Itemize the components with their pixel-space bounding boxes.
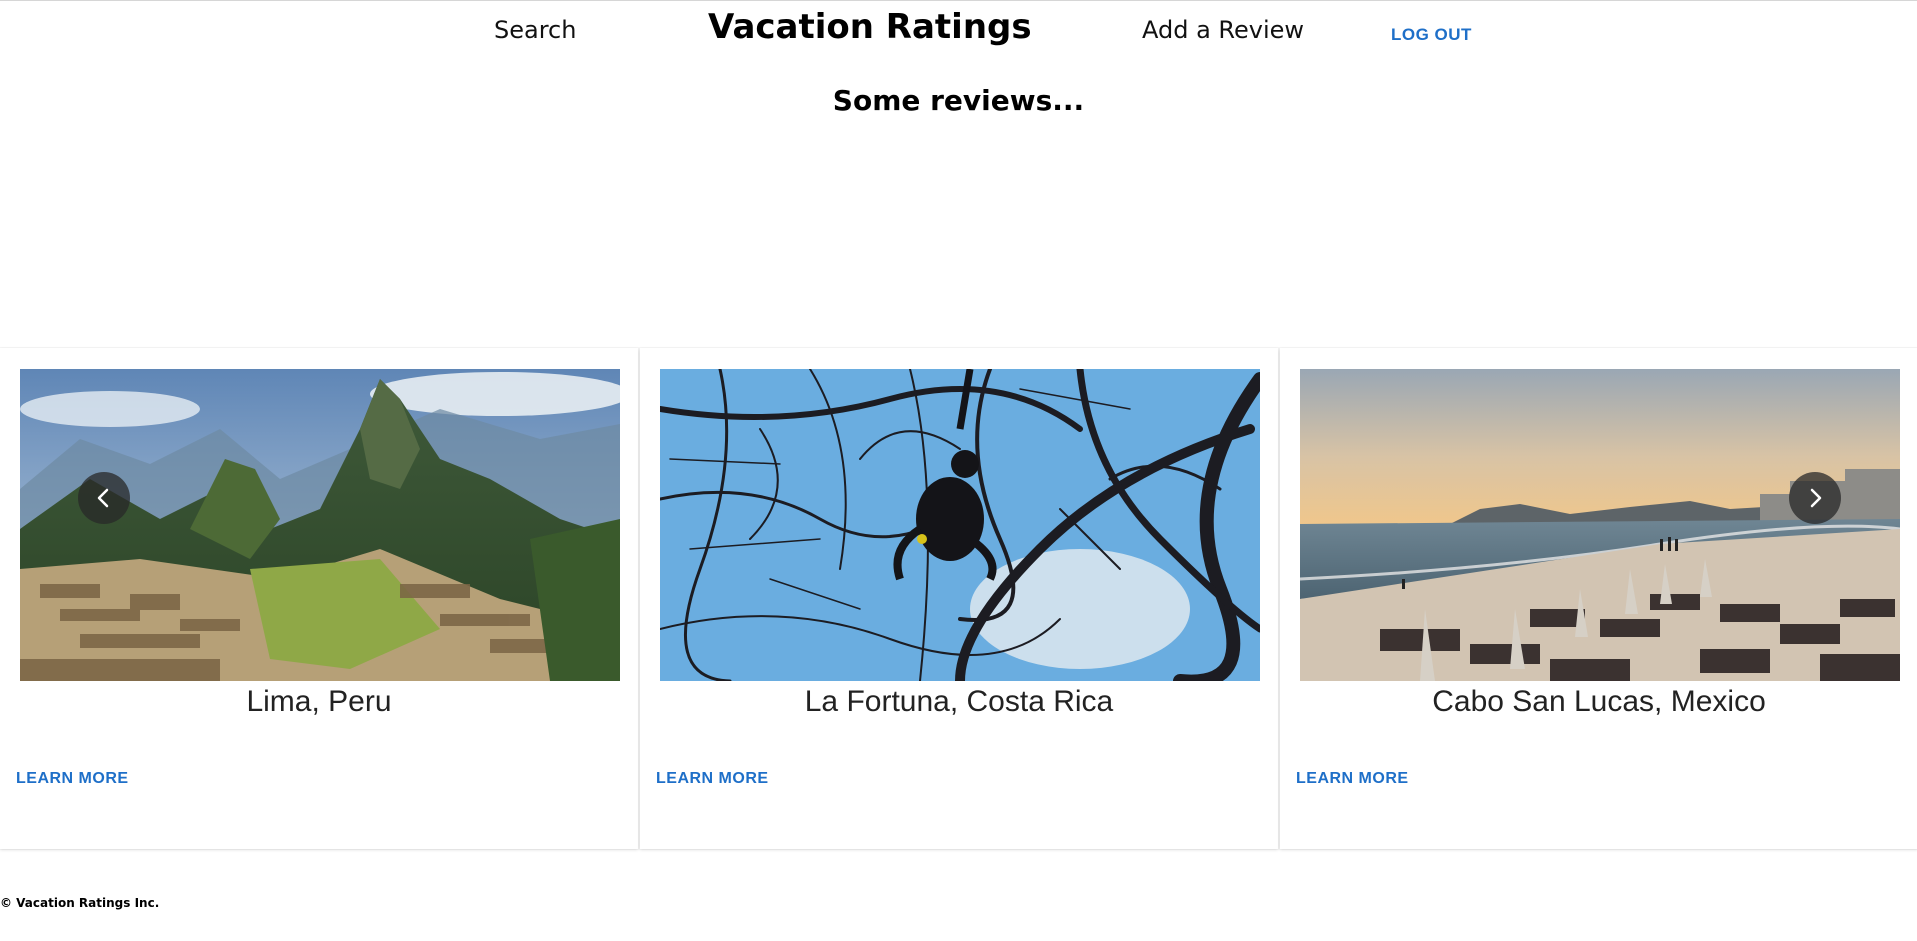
card-image-beach-sunset xyxy=(1300,369,1900,681)
reviews-heading: Some reviews... xyxy=(832,84,1085,117)
carousel-next-button[interactable] xyxy=(1789,472,1841,524)
top-nav: Search Vacation Ratings Add a Review LOG… xyxy=(0,0,1917,70)
card-title: Cabo San Lucas, Mexico xyxy=(1432,685,1766,718)
site-title: Vacation Ratings xyxy=(708,7,1032,47)
nav-add-review-link[interactable]: Add a Review xyxy=(1142,16,1304,44)
logout-button[interactable]: LOG OUT xyxy=(1391,25,1472,45)
card-image-monkey-tree xyxy=(660,369,1260,681)
learn-more-button[interactable]: LEARN MORE xyxy=(656,770,769,788)
reviews-carousel: Lima, Peru LEARN MORE La Fortuna, Costa … xyxy=(0,348,1917,849)
nav-search-link[interactable]: Search xyxy=(494,16,576,44)
learn-more-button[interactable]: LEARN MORE xyxy=(16,770,129,788)
footer-copyright: © Vacation Ratings Inc. xyxy=(0,896,160,910)
review-card: Cabo San Lucas, Mexico LEARN MORE xyxy=(1280,348,1917,849)
card-title: La Fortuna, Costa Rica xyxy=(804,685,1114,718)
chevron-right-icon xyxy=(1810,488,1822,508)
learn-more-button[interactable]: LEARN MORE xyxy=(1296,770,1409,788)
chevron-left-icon xyxy=(97,488,109,508)
carousel-prev-button[interactable] xyxy=(78,472,130,524)
card-image-machu-picchu xyxy=(20,369,620,681)
review-card: Lima, Peru LEARN MORE xyxy=(0,348,638,849)
card-title: Lima, Peru xyxy=(246,685,392,718)
review-card: La Fortuna, Costa Rica LEARN MORE xyxy=(640,348,1278,849)
